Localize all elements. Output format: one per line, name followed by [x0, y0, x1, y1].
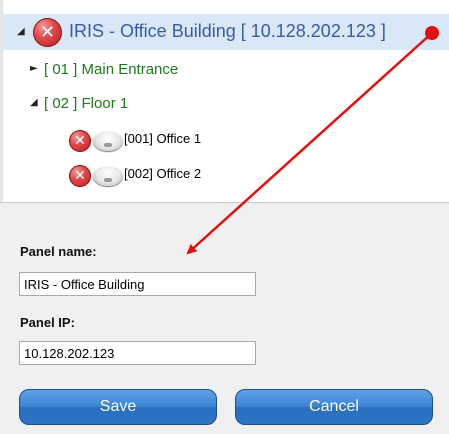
tree-node-label[interactable]: [ 02 ] Floor 1 — [44, 95, 128, 112]
error-x-icon: ✕ — [33, 18, 62, 47]
tree-node-label[interactable]: [002] Office 2 — [124, 166, 201, 181]
tree-node-label[interactable]: IRIS - Office Building [ 10.128.202.123 … — [69, 21, 386, 42]
tree-node-panel-root[interactable]: ◢ ✕ IRIS - Office Building [ 10.128.202.… — [3, 14, 449, 50]
error-x-icon: ✕ — [69, 130, 91, 152]
tree-node-label[interactable]: [ 01 ] Main Entrance — [44, 61, 178, 78]
error-x-icon: ✕ — [69, 165, 91, 187]
panel-tree: ◢ ✕ IRIS - Office Building [ 10.128.202.… — [0, 0, 449, 203]
panel-ip-input[interactable] — [19, 341, 256, 365]
smoke-detector-icon — [93, 166, 123, 186]
tree-node-zone-main-entrance[interactable]: ► [ 01 ] Main Entrance — [3, 58, 303, 82]
tree-node-device-office-2[interactable]: ✕ [002] Office 2 — [3, 163, 303, 187]
cancel-button[interactable]: Cancel — [235, 389, 433, 425]
collapsed-triangle-icon[interactable]: ► — [30, 63, 38, 74]
tree-node-zone-floor-1[interactable]: ◢ [ 02 ] Floor 1 — [3, 92, 303, 116]
panel-name-input[interactable] — [19, 272, 256, 296]
tree-node-device-office-1[interactable]: ✕ [001] Office 1 — [3, 128, 303, 152]
expanded-triangle-icon[interactable]: ◢ — [30, 97, 38, 108]
smoke-detector-icon — [93, 131, 123, 151]
panel-ip-label: Panel IP: — [20, 315, 75, 330]
save-button[interactable]: Save — [19, 389, 217, 425]
panel-name-label: Panel name: — [20, 244, 97, 259]
expanded-triangle-icon[interactable]: ◢ — [17, 26, 25, 37]
tree-node-label[interactable]: [001] Office 1 — [124, 131, 201, 146]
